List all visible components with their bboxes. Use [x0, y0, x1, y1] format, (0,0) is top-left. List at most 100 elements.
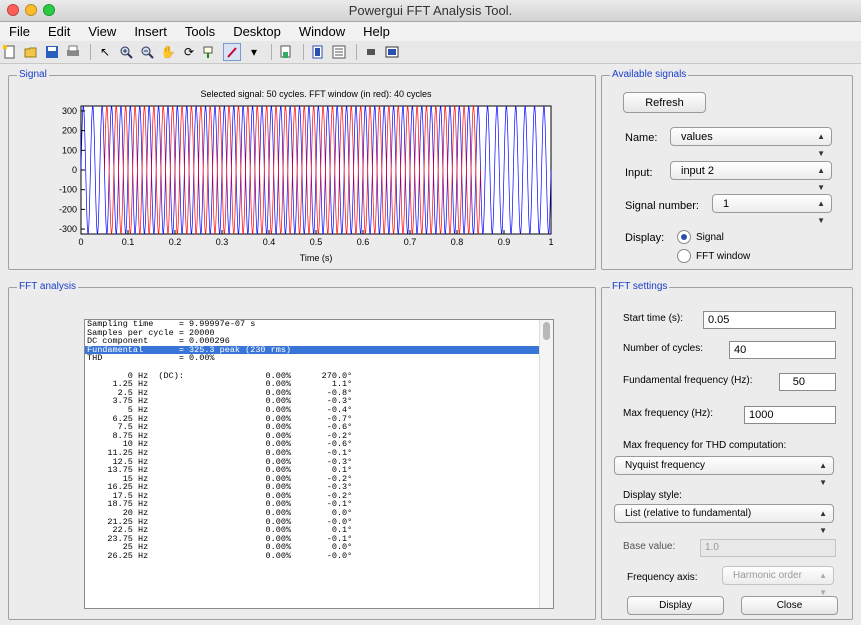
max-thd-label: Max frequency for THD computation:: [623, 440, 787, 451]
x-tick-label: 0.2: [169, 237, 182, 247]
y-tick-label: 200: [62, 126, 77, 136]
signal-number-select[interactable]: 1 ▲ ▼: [712, 194, 832, 225]
input-select-value: input 2: [681, 164, 715, 177]
menu-file[interactable]: File: [0, 24, 39, 39]
hide-plot-tools-icon[interactable]: [363, 44, 379, 60]
chart-title: Selected signal: 50 cycles. FFT window (…: [201, 89, 432, 99]
save-icon[interactable]: [44, 44, 60, 60]
print-icon[interactable]: [65, 44, 81, 60]
x-axis-label: Time (s): [300, 253, 333, 263]
close-window-button[interactable]: [7, 4, 19, 16]
display-button[interactable]: Display: [627, 596, 724, 615]
fund-freq-label: Fundamental frequency (Hz):: [623, 375, 753, 386]
base-value-label: Base value:: [623, 541, 676, 552]
legend-icon[interactable]: [310, 44, 326, 60]
max-thd-value: Nyquist frequency: [625, 460, 706, 471]
start-time-field[interactable]: 0.05: [703, 311, 836, 329]
x-tick-label: 0.9: [498, 237, 511, 247]
y-tick-label: -300: [59, 224, 77, 234]
menu-tools[interactable]: Tools: [176, 24, 224, 39]
max-freq-field[interactable]: 1000: [744, 406, 836, 424]
x-tick-label: 1: [548, 237, 553, 247]
toolbar-separator: [271, 44, 272, 60]
insert-legend-icon[interactable]: [331, 44, 347, 60]
scrollbar-thumb[interactable]: [543, 322, 550, 340]
updown-arrow-icon: ▲ ▼: [817, 199, 825, 225]
name-label: Name:: [625, 132, 658, 144]
signal-number-label: Signal number:: [625, 200, 699, 212]
display-style-label: Display style:: [623, 490, 682, 501]
max-freq-label: Max frequency (Hz):: [623, 408, 714, 419]
signal-number-value: 1: [723, 197, 730, 210]
title-bar: Powergui FFT Analysis Tool.: [0, 0, 861, 22]
available-signals-label: Available signals: [610, 69, 689, 81]
menu-edit[interactable]: Edit: [39, 24, 79, 39]
zoom-out-icon[interactable]: [139, 44, 155, 60]
num-cycles-label: Number of cycles:: [623, 343, 704, 354]
x-tick-label: 0.7: [404, 237, 417, 247]
colorbar-icon[interactable]: [278, 44, 294, 60]
display-style-select[interactable]: List (relative to fundamental) ▲ ▼: [614, 504, 834, 535]
fft-header-line[interactable]: THD = 0.00%: [85, 354, 553, 363]
menu-view[interactable]: View: [79, 24, 125, 39]
name-select[interactable]: values ▲ ▼: [670, 127, 832, 158]
toolbar-separator: [90, 44, 91, 60]
close-button[interactable]: Close: [741, 596, 838, 615]
freq-axis-select: Harmonic order ▲ ▼: [722, 566, 834, 597]
fund-freq-field[interactable]: 50: [779, 373, 836, 391]
minimize-window-button[interactable]: [25, 4, 37, 16]
input-label: Input:: [625, 167, 653, 179]
x-tick-label: 0.1: [122, 237, 135, 247]
menu-bar: File Edit View Insert Tools Desktop Wind…: [0, 22, 861, 41]
num-cycles-field[interactable]: 40: [729, 341, 836, 359]
max-thd-select[interactable]: Nyquist frequency ▲ ▼: [614, 456, 834, 487]
freq-axis-value: Harmonic order: [733, 570, 802, 581]
menu-window[interactable]: Window: [290, 24, 354, 39]
link-icon[interactable]: ▾: [246, 44, 262, 60]
freq-axis-label: Frequency axis:: [627, 572, 698, 583]
data-cursor-icon[interactable]: [202, 44, 218, 60]
display-style-value: List (relative to fundamental): [625, 508, 752, 519]
fft-settings-label: FFT settings: [610, 281, 670, 293]
x-tick-label: 0: [78, 237, 83, 247]
display-signal-label: Signal: [696, 232, 724, 243]
y-tick-label: 100: [62, 145, 77, 155]
toolbar-separator: [303, 44, 304, 60]
y-tick-label: -200: [59, 204, 77, 214]
menu-desktop[interactable]: Desktop: [224, 24, 290, 39]
menu-insert[interactable]: Insert: [125, 24, 176, 39]
window-title: Powergui FFT Analysis Tool.: [348, 3, 513, 18]
open-folder-icon[interactable]: [23, 44, 39, 60]
updown-arrow-icon: ▲ ▼: [819, 509, 827, 535]
fft-analysis-label: FFT analysis: [17, 281, 79, 293]
menu-help[interactable]: Help: [354, 24, 399, 39]
fft-row[interactable]: 26.25 Hz 0.00% -0.0°: [85, 552, 553, 561]
display-label: Display:: [625, 232, 665, 244]
x-tick-label: 0.6: [357, 237, 370, 247]
fft-results-list[interactable]: Sampling time = 9.99997e-07 s Samples per…: [84, 319, 554, 609]
display-fft-window-radio[interactable]: [677, 249, 691, 263]
signal-group-label: Signal: [17, 69, 49, 81]
rotate-3d-icon[interactable]: ⟳: [181, 44, 197, 60]
show-plot-tools-icon[interactable]: [384, 44, 400, 60]
display-fft-window-label: FFT window: [696, 251, 751, 262]
x-tick-label: 0.3: [216, 237, 229, 247]
zoom-in-icon[interactable]: [118, 44, 134, 60]
refresh-button[interactable]: Refresh: [623, 92, 706, 113]
input-select[interactable]: input 2 ▲ ▼: [670, 161, 832, 192]
display-signal-radio[interactable]: [677, 230, 691, 244]
new-file-icon[interactable]: [2, 44, 18, 60]
window-controls: [7, 4, 55, 16]
start-time-label: Start time (s):: [623, 313, 684, 324]
pan-hand-icon[interactable]: ✋: [160, 44, 176, 60]
list-scrollbar[interactable]: [539, 320, 553, 608]
x-tick-label: 0.4: [263, 237, 276, 247]
y-tick-label: -100: [59, 185, 77, 195]
toolbar: ↖ ✋ ⟳ ▾: [0, 41, 861, 64]
x-tick-label: 0.5: [310, 237, 323, 247]
x-tick-label: 0.8: [451, 237, 464, 247]
y-tick-label: 300: [62, 106, 77, 116]
brush-icon[interactable]: [223, 43, 241, 61]
zoom-window-button[interactable]: [43, 4, 55, 16]
pointer-icon[interactable]: ↖: [97, 44, 113, 60]
